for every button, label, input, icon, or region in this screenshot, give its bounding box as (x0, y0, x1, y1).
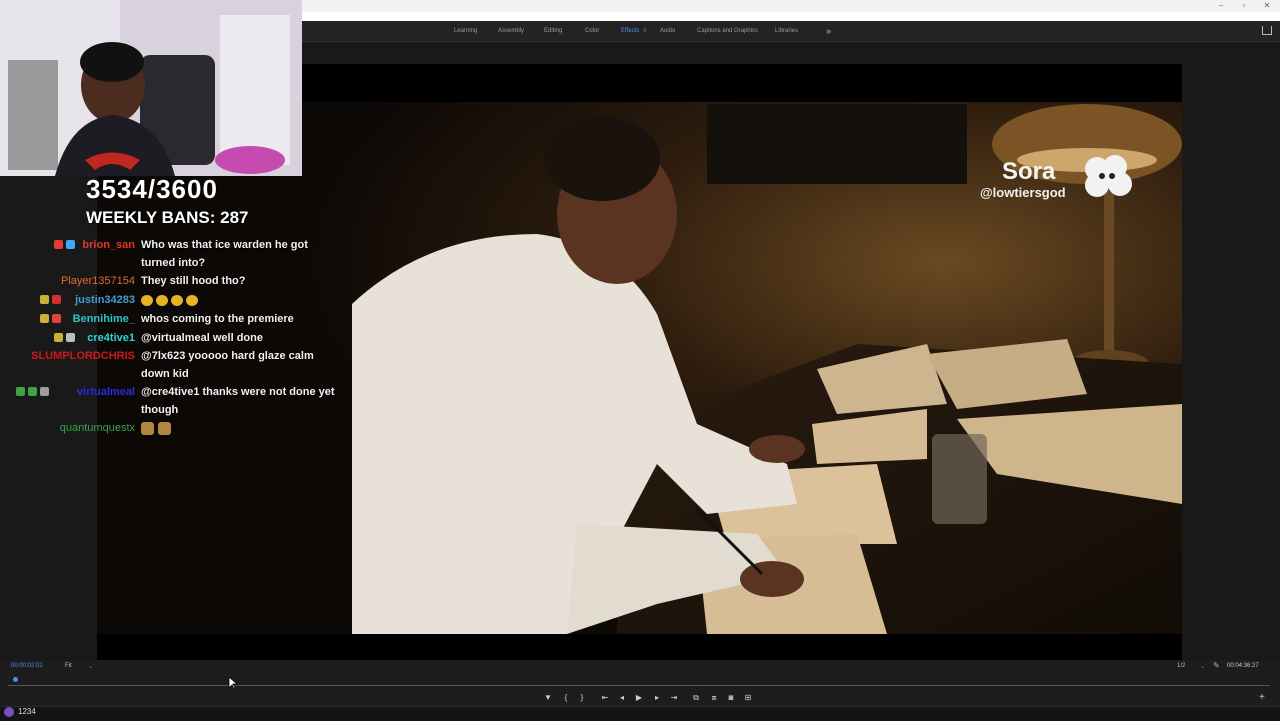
workspace-tab-learning[interactable]: Learning (454, 21, 477, 41)
chat-emotes (141, 419, 341, 437)
chat-username[interactable]: brion_san (82, 239, 135, 251)
chat-badge-icon (40, 314, 49, 323)
app-logo-icon[interactable] (4, 707, 14, 717)
clap-emote-icon (156, 294, 168, 306)
restore-icon[interactable]: ▫ (1233, 0, 1255, 12)
chat-text: They still hood tho? (141, 275, 246, 287)
double-chevron-right-icon[interactable]: » (826, 21, 831, 41)
plus-icon[interactable]: + (1259, 692, 1265, 704)
current-timecode[interactable]: 00:00:02:01 (11, 663, 43, 669)
compare-icon[interactable]: ⊞ (742, 692, 754, 704)
speaker-badge-icon (66, 333, 75, 342)
chat-username[interactable]: cre4tive1 (87, 332, 135, 344)
chevron-down-icon[interactable]: ⌄ (88, 663, 93, 670)
go-to-in-icon[interactable]: ⇤ (599, 692, 611, 704)
chat-badge-icon (16, 387, 25, 396)
workspace-tab-effects[interactable]: Effects (621, 21, 639, 41)
workspace-tab-assembly[interactable]: Assembly (498, 21, 524, 41)
taskbar (0, 706, 1280, 721)
chat-text: @virtualmeal well done (141, 332, 263, 344)
weekly-bans-label: WEEKLY BANS: 287 (86, 208, 249, 227)
step-forward-icon[interactable]: ▸ (651, 692, 663, 704)
ruler-line (8, 685, 1270, 686)
chat-emotes (141, 291, 341, 309)
wrench-icon[interactable]: ✎ (1213, 662, 1221, 670)
streamer-camera-image (0, 0, 302, 176)
chat-badge-icon (28, 387, 37, 396)
workspace-tab-libraries[interactable]: Libraries (775, 21, 798, 41)
chat-badge-icon (52, 314, 61, 323)
clap-emote-icon (186, 294, 198, 306)
insert-icon[interactable]: ⧉ (690, 692, 702, 704)
chevron-down-icon[interactable]: ⌄ (1200, 663, 1205, 670)
chat-badge-icon (52, 295, 61, 304)
chat-username[interactable]: quantumquestx (60, 422, 135, 434)
workspace-menu-icon[interactable]: ≡ (643, 21, 647, 41)
workspace-tab-editing[interactable]: Editing (544, 21, 562, 41)
chat-badge-icon (54, 333, 63, 342)
subathon-counter: 3534/3600 (86, 174, 218, 204)
export-frame-icon[interactable]: ◙ (725, 692, 737, 704)
time-ruler[interactable] (8, 678, 1270, 686)
chat-badge-icon (54, 240, 63, 249)
play-icon[interactable]: ▶ (633, 692, 645, 704)
share-icon[interactable] (1262, 26, 1272, 35)
workspace-tab-captions[interactable]: Captions and Graphics (697, 21, 758, 41)
go-to-out-icon[interactable]: ⇥ (668, 692, 680, 704)
chat-badge-icon (66, 240, 75, 249)
sora-watermark-handle: @lowtiersgod (980, 185, 1066, 200)
window-titlebar (300, 0, 1280, 12)
face-emote-icon (141, 421, 154, 435)
zoom-fit-select[interactable]: Fit (65, 663, 72, 669)
mouse-cursor-icon (228, 676, 238, 690)
chat-badge-icon (40, 295, 49, 304)
duration-timecode: 00:04:36:27 (1227, 663, 1259, 669)
minimize-icon[interactable]: – (1210, 0, 1232, 12)
chat-text: @cre4tive1 thanks were not done yet thou… (141, 386, 335, 416)
mark-out-icon[interactable]: } (576, 692, 588, 704)
chat-username[interactable]: SLUMPLORDCHRIS (31, 350, 135, 362)
close-icon[interactable]: ✕ (1256, 0, 1278, 12)
clap-emote-icon (141, 294, 153, 306)
chat-text: @7lx623 yooooo hard glaze calm down kid (141, 350, 314, 380)
chat-username[interactable]: Bennihime_ (73, 313, 135, 325)
mark-in-icon[interactable]: { (560, 692, 572, 704)
chat-username[interactable]: virtualmeal (77, 386, 135, 398)
chat-username[interactable]: Player1357154 (61, 275, 135, 287)
workspace-tab-color[interactable]: Color (585, 21, 599, 41)
face-emote-icon (158, 421, 171, 435)
webcam-overlay (0, 0, 302, 176)
playback-resolution-select[interactable]: 1/2 (1177, 663, 1185, 669)
workspace-tab-audio[interactable]: Audio (660, 21, 675, 41)
overwrite-icon[interactable]: ⧈ (708, 692, 720, 704)
chat-username[interactable]: justin34283 (75, 294, 135, 306)
step-back-icon[interactable]: ◂ (616, 692, 628, 704)
marker-icon[interactable]: ▼ (542, 692, 554, 704)
sora-cloud-icon (1085, 155, 1132, 197)
menu-strip (300, 12, 1280, 21)
chat-badge-icon (40, 387, 49, 396)
viewer-count: 1234 (18, 707, 36, 716)
chat-text: Who was that ice warden he got turned in… (141, 239, 308, 269)
clap-emote-icon (171, 294, 183, 306)
chat-text: whos coming to the premiere (141, 313, 294, 325)
sora-watermark-logo: Sora (1002, 158, 1056, 185)
